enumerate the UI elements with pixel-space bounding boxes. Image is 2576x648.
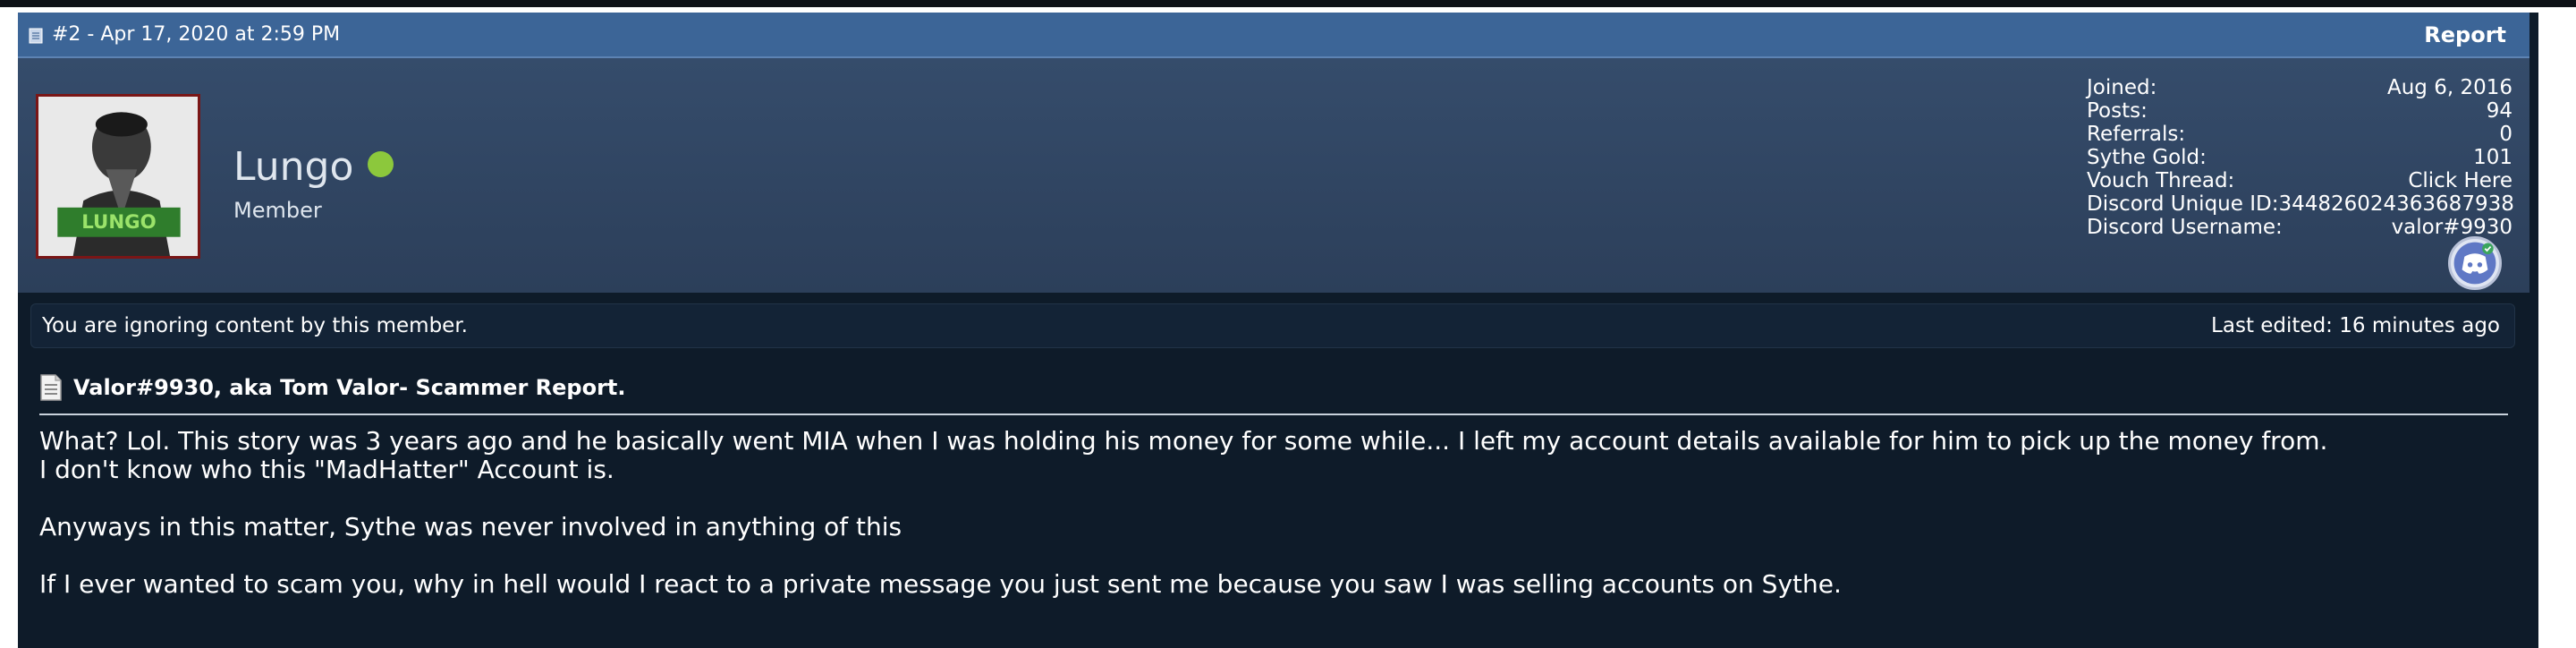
thread-title: Valor#9930, aka Tom Valor- Scammer Repor… — [73, 375, 626, 400]
stat-joined: Joined: Aug 6, 2016 — [2087, 76, 2512, 99]
report-button[interactable]: Report — [2424, 22, 2506, 47]
username-link[interactable]: Lungo — [233, 144, 353, 191]
stat-label: Discord Unique ID: — [2087, 192, 2279, 216]
stat-posts: Posts: 94 — [2087, 99, 2512, 123]
stat-vouch-thread: Vouch Thread: Click Here — [2087, 169, 2512, 192]
last-edited: Last edited: 16 minutes ago — [2211, 314, 2500, 337]
user-role: Member — [233, 198, 322, 223]
forum-post: #2 - Apr 17, 2020 at 2:59 PM Report LUNG… — [18, 13, 2529, 648]
stat-label: Posts: — [2087, 99, 2148, 123]
document-icon — [29, 28, 43, 44]
thread-title-row: Valor#9930, aka Tom Valor- Scammer Repor… — [39, 372, 626, 403]
stat-value: 344826024363687938 — [2278, 192, 2514, 216]
user-info-bar: LUNGO Lungo Member Joined: Aug 6, 2016 P… — [18, 58, 2529, 293]
post-number-date[interactable]: #2 - Apr 17, 2020 at 2:59 PM — [52, 22, 340, 47]
online-dot-icon — [368, 151, 394, 177]
message-line: Anyways in this matter, Sythe was never … — [39, 512, 902, 541]
stat-label: Vouch Thread: — [2087, 169, 2235, 192]
title-divider — [39, 414, 2508, 415]
page-icon — [39, 373, 63, 402]
stat-value: 0 — [2499, 123, 2512, 146]
stat-value: 101 — [2473, 146, 2512, 169]
post-message: What? Lol. This story was 3 years ago an… — [39, 427, 2490, 599]
avatar[interactable]: LUNGO — [36, 94, 200, 259]
stat-value: Aug 6, 2016 — [2386, 76, 2512, 99]
message-line: What? Lol. This story was 3 years ago an… — [39, 426, 2328, 456]
stat-label: Sythe Gold: — [2087, 146, 2207, 169]
stat-value: valor#9930 — [2391, 216, 2512, 239]
post-header-bar: #2 - Apr 17, 2020 at 2:59 PM Report — [18, 13, 2529, 58]
discord-icon[interactable] — [2448, 236, 2502, 290]
stat-label: Discord Username: — [2087, 216, 2283, 239]
message-line: If I ever wanted to scam you, why in hel… — [39, 569, 1842, 599]
right-edge-strip — [2529, 13, 2538, 648]
vouch-thread-link[interactable]: Click Here — [2408, 169, 2512, 192]
stat-value: 94 — [2486, 99, 2512, 123]
stat-discord-id: Discord Unique ID: 344826024363687938 — [2087, 192, 2514, 216]
stat-label: Referrals: — [2087, 123, 2186, 146]
ignoring-message: You are ignoring content by this member. — [42, 314, 468, 337]
window-top-edge — [0, 0, 2576, 7]
avatar-logo-text: LUNGO — [81, 211, 156, 234]
user-stats: Joined: Aug 6, 2016 Posts: 94 Referrals:… — [2087, 76, 2514, 239]
stat-label: Joined: — [2087, 76, 2157, 99]
stat-discord-username: Discord Username: valor#9930 — [2087, 216, 2512, 239]
stat-sythe-gold: Sythe Gold: 101 — [2087, 146, 2512, 169]
ignored-content-notice: You are ignoring content by this member.… — [30, 303, 2515, 348]
stat-referrals: Referrals: 0 — [2087, 123, 2512, 146]
message-line: I don't know who this "MadHatter" Accoun… — [39, 455, 614, 484]
